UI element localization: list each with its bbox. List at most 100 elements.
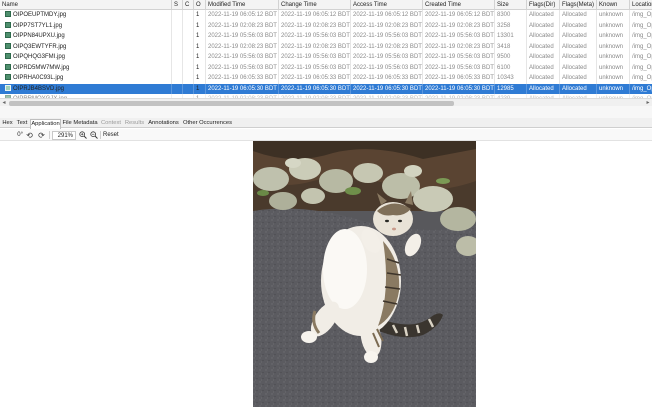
cell-created: 2022-11-19 02:08:23 BDT (423, 41, 495, 52)
reset-button[interactable]: Reset (103, 131, 119, 140)
cell-created: 2022-11-19 02:08:23 BDT (423, 20, 495, 31)
file-name: OIPP7ST7YL1.jpg (13, 22, 63, 29)
image-file-icon (5, 84, 11, 91)
cell-o: 1 (194, 20, 206, 31)
cell-modified: 2022-11-19 05:56:03 BDT (206, 31, 279, 42)
toolbar-divider (100, 131, 101, 139)
cell-o: 1 (194, 73, 206, 84)
image-file-icon (5, 32, 11, 38)
cell-size: 3418 (495, 41, 527, 52)
cell-change: 2022-11-19 06:05:12 BDT (279, 10, 351, 21)
cell-access: 2022-11-19 06:05:33 BDT (351, 73, 423, 84)
table-row[interactable]: OIPQHQG3FMI.jpg 1 2022-11-19 05:56:03 BDT 2… (0, 52, 652, 63)
cell-modified: 2022-11-19 05:56:03 BDT (206, 62, 279, 73)
cell-flags-dir: Allocated (527, 52, 560, 63)
cell-modified: 2022-11-19 02:08:23 BDT (206, 20, 279, 31)
column-location[interactable]: Location (630, 0, 652, 9)
column-flags-meta[interactable]: Flags(Meta) (560, 0, 597, 9)
column-c[interactable]: C (183, 0, 194, 9)
splitter[interactable] (0, 106, 652, 118)
cell-change: 2022-11-19 05:56:03 BDT (279, 62, 351, 73)
cell-location: /img_Op (630, 10, 652, 21)
cell-flags-dir: Allocated (527, 73, 560, 84)
tab-other-occurrences[interactable]: Other Occurrences (181, 119, 234, 128)
cell-name: OIPRJB4BSVD.jpg (0, 83, 172, 94)
cell-size: 13301 (495, 31, 527, 42)
table-header: Name S C O Modified Time Change Time Acc… (0, 0, 652, 10)
cell-change: 2022-11-19 06:05:33 BDT (279, 73, 351, 84)
cell-created: 2022-11-19 05:56:03 BDT (423, 62, 495, 73)
cell-flags-meta: Allocated (560, 83, 597, 94)
file-name: OIPQHQG3FMI.jpg (13, 54, 66, 60)
image-file-icon (5, 42, 11, 49)
image-file-icon (5, 53, 11, 59)
cell-modified: 2022-11-19 02:08:23 BDT (206, 41, 279, 52)
cell-known: unknown (597, 73, 630, 84)
table-row[interactable]: OIPRJB4BSVD.jpg 1 2022-11-19 06:05:30 BDT 2… (0, 83, 652, 95)
column-modified-time[interactable]: Modified Time (206, 0, 279, 9)
column-name[interactable]: Name (0, 0, 172, 9)
column-size[interactable]: Size (495, 0, 527, 9)
horizontal-scrollbar[interactable]: ◂ ▸ (0, 98, 652, 106)
tab-file-metadata[interactable]: File Metadata (61, 119, 99, 128)
file-table[interactable]: Name S C O Modified Time Change Time Acc… (0, 0, 652, 98)
tab-context[interactable]: Context (99, 119, 123, 128)
cell-location: /img_Op (630, 84, 652, 95)
cell-access: 2022-11-19 02:08:23 BDT (351, 41, 423, 52)
cell-created: 2022-11-19 05:56:03 BDT (423, 31, 495, 42)
tab-text[interactable]: Text (14, 119, 30, 128)
cell-c (183, 62, 194, 73)
file-name: OIPRHA0C93L.jpg (13, 75, 64, 81)
image-file-icon (5, 21, 11, 28)
table-row[interactable]: OIPOEUPTMDY.jpg 1 2022-11-19 06:05:12 BDT 2… (0, 10, 652, 21)
cell-access: 2022-11-19 05:56:03 BDT (351, 62, 423, 73)
tab-annotations[interactable]: Annotations (146, 119, 181, 128)
table-row[interactable]: OIPQ3EWTYFR.jpg 1 2022-11-19 02:08:23 BDT 2… (0, 41, 652, 52)
column-o[interactable]: O (194, 0, 206, 9)
table-row[interactable]: OIPPN84UPXU.jpg 1 2022-11-19 05:56:03 BDT 2… (0, 31, 652, 42)
cell-known: unknown (597, 31, 630, 42)
cell-flags-dir: Allocated (527, 83, 560, 94)
file-name: OIPOEUPTMDY.jpg (13, 12, 67, 18)
tab-hex[interactable]: Hex (1, 119, 14, 128)
column-access-time[interactable]: Access Time (351, 0, 423, 9)
rotate-left-icon[interactable]: ⟲ (25, 131, 34, 140)
cell-change: 2022-11-19 02:08:23 BDT (279, 20, 351, 31)
column-s[interactable]: S (172, 0, 183, 9)
cell-known: unknown (597, 52, 630, 63)
cell-o: 1 (194, 41, 206, 52)
cell-size: 10343 (495, 73, 527, 84)
cell-flags-meta: Allocated (560, 52, 597, 63)
file-name: OIPRD5MW7MW.jpg (13, 64, 70, 71)
content-viewer-tabs: Hex Text Application File Metadata Conte… (0, 118, 652, 129)
column-change-time[interactable]: Change Time (279, 0, 351, 9)
column-flags-dir[interactable]: Flags(Dir) (527, 0, 560, 9)
tab-results[interactable]: Results (123, 119, 146, 128)
cell-modified: 2022-11-19 06:05:33 BDT (206, 73, 279, 84)
cell-flags-dir: Allocated (527, 20, 560, 31)
cell-o: 1 (194, 83, 206, 94)
column-created-time[interactable]: Created Time (423, 0, 495, 9)
table-row[interactable]: OIPRD5MW7MW.jpg 1 2022-11-19 05:56:03 BDT 2… (0, 62, 652, 73)
rotate-right-icon[interactable]: ⟳ (37, 131, 46, 140)
cell-modified: 2022-11-19 06:05:12 BDT (206, 10, 279, 21)
column-known[interactable]: Known (597, 0, 630, 9)
cell-change: 2022-11-19 06:05:30 BDT (279, 83, 351, 94)
cell-s (172, 62, 183, 73)
tab-application[interactable]: Application (30, 119, 61, 129)
table-row[interactable]: OIPP7ST7YL1.jpg 1 2022-11-19 02:08:23 BDT 2… (0, 20, 652, 31)
cell-size: 12985 (495, 83, 527, 94)
scrollbar-thumb[interactable] (9, 100, 454, 106)
cell-name: OIPRHA0C93L.jpg (0, 73, 172, 84)
image-viewer-toolbar: 0° ⟲ ⟳ 291% Reset (0, 129, 652, 141)
table-row[interactable]: OIPRHA0C93L.jpg 1 2022-11-19 06:05:33 BDT 2… (0, 73, 652, 84)
cell-access: 2022-11-19 02:08:23 BDT (351, 20, 423, 31)
cell-c (183, 10, 194, 21)
cell-size: 6100 (495, 62, 527, 73)
zoom-level-field[interactable]: 291% (52, 130, 76, 140)
zoom-out-icon[interactable] (89, 130, 98, 140)
zoom-in-icon[interactable] (78, 130, 87, 140)
cell-s (172, 10, 183, 21)
cell-size: 3258 (495, 20, 527, 31)
cell-created: 2022-11-19 06:05:33 BDT (423, 73, 495, 84)
